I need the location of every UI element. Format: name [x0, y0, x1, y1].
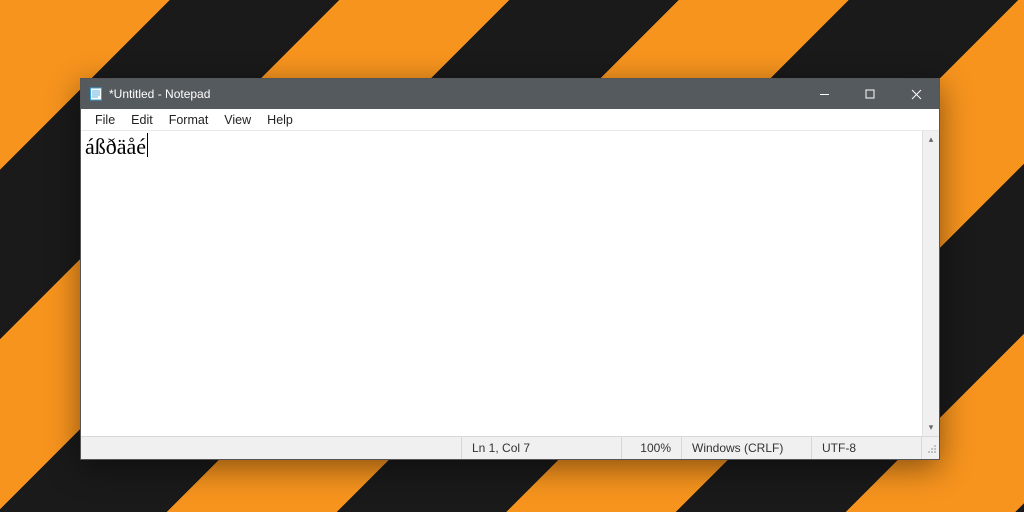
text-caret [147, 133, 148, 157]
scroll-up-arrow-icon[interactable]: ▴ [923, 131, 939, 148]
resize-grip-icon[interactable] [921, 437, 939, 459]
notepad-window: *Untitled - Notepad File Edit Format Vie… [80, 78, 940, 460]
scroll-track[interactable] [923, 148, 939, 419]
menu-format[interactable]: Format [161, 111, 217, 129]
status-empty-pane [81, 437, 461, 459]
titlebar[interactable]: *Untitled - Notepad [81, 79, 939, 109]
text-editor[interactable]: áßðäåé [81, 131, 922, 436]
menu-help[interactable]: Help [259, 111, 301, 129]
status-zoom: 100% [621, 437, 681, 459]
minimize-button[interactable] [801, 79, 847, 109]
vertical-scrollbar[interactable]: ▴ ▾ [922, 131, 939, 436]
menu-file[interactable]: File [87, 111, 123, 129]
notepad-app-icon [89, 87, 103, 101]
close-button[interactable] [893, 79, 939, 109]
window-title: *Untitled - Notepad [109, 87, 210, 101]
scroll-down-arrow-icon[interactable]: ▾ [923, 419, 939, 436]
menubar: File Edit Format View Help [81, 109, 939, 131]
status-line-col: Ln 1, Col 7 [461, 437, 621, 459]
menu-view[interactable]: View [216, 111, 259, 129]
menu-edit[interactable]: Edit [123, 111, 161, 129]
maximize-button[interactable] [847, 79, 893, 109]
editor-content: áßðäåé [85, 134, 146, 159]
statusbar: Ln 1, Col 7 100% Windows (CRLF) UTF-8 [81, 436, 939, 459]
status-encoding: UTF-8 [811, 437, 921, 459]
client-area: áßðäåé ▴ ▾ [81, 131, 939, 436]
status-line-ending: Windows (CRLF) [681, 437, 811, 459]
window-controls [801, 79, 939, 109]
